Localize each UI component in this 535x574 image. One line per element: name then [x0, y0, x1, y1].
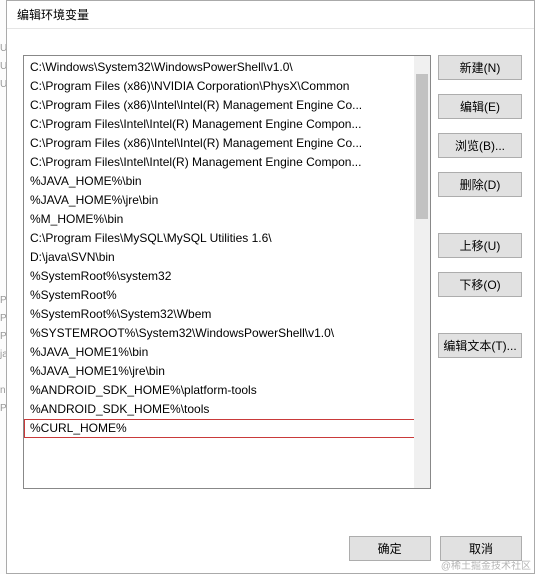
ok-button[interactable]: 确定	[349, 536, 431, 561]
list-item[interactable]: %JAVA_HOME1%\bin	[24, 343, 430, 362]
scrollbar-vertical[interactable]	[414, 56, 430, 488]
edit-text-button[interactable]: 编辑文本(T)...	[438, 333, 522, 358]
list-item[interactable]: %ANDROID_SDK_HOME%\tools	[24, 400, 430, 419]
list-item[interactable]: %JAVA_HOME1%\jre\bin	[24, 362, 430, 381]
list-item[interactable]: %JAVA_HOME%\bin	[24, 172, 430, 191]
move-up-button[interactable]: 上移(U)	[438, 233, 522, 258]
delete-button[interactable]: 删除(D)	[438, 172, 522, 197]
list-item[interactable]: C:\Program Files (x86)\Intel\Intel(R) Ma…	[24, 96, 430, 115]
list-item[interactable]: C:\Windows\System32\WindowsPowerShell\v1…	[24, 58, 430, 77]
scrollbar-thumb[interactable]	[416, 74, 428, 219]
list-item[interactable]: %M_HOME%\bin	[24, 210, 430, 229]
list-item[interactable]: C:\Program Files (x86)\Intel\Intel(R) Ma…	[24, 134, 430, 153]
new-button[interactable]: 新建(N)	[438, 55, 522, 80]
list-item[interactable]: %ANDROID_SDK_HOME%\platform-tools	[24, 381, 430, 400]
list-item[interactable]: C:\Program Files\Intel\Intel(R) Manageme…	[24, 115, 430, 134]
list-item[interactable]: C:\Program Files\MySQL\MySQL Utilities 1…	[24, 229, 430, 248]
list-item[interactable]: D:\java\SVN\bin	[24, 248, 430, 267]
dialog-content: C:\Windows\System32\WindowsPowerShell\v1…	[7, 29, 534, 573]
list-item[interactable]: %SystemRoot%	[24, 286, 430, 305]
side-button-column: 新建(N) 编辑(E) 浏览(B)... 删除(D) 上移(U) 下移(O) 编…	[438, 55, 522, 366]
move-down-button[interactable]: 下移(O)	[438, 272, 522, 297]
list-item[interactable]: %SYSTEMROOT%\System32\WindowsPowerShell\…	[24, 324, 430, 343]
path-listbox[interactable]: C:\Windows\System32\WindowsPowerShell\v1…	[23, 55, 431, 489]
list-item[interactable]: C:\Program Files\Intel\Intel(R) Manageme…	[24, 153, 430, 172]
watermark-text: @稀土掘金技术社区	[441, 557, 531, 572]
list-item[interactable]: %CURL_HOME%	[24, 419, 430, 438]
list-item[interactable]: %SystemRoot%\System32\Wbem	[24, 305, 430, 324]
list-item[interactable]: %SystemRoot%\system32	[24, 267, 430, 286]
list-item[interactable]: %JAVA_HOME%\jre\bin	[24, 191, 430, 210]
edit-env-var-dialog: 编辑环境变量 C:\Windows\System32\WindowsPowerS…	[6, 0, 535, 574]
edit-button[interactable]: 编辑(E)	[438, 94, 522, 119]
dialog-title: 编辑环境变量	[7, 1, 534, 29]
browse-button[interactable]: 浏览(B)...	[438, 133, 522, 158]
list-item[interactable]: C:\Program Files (x86)\NVIDIA Corporatio…	[24, 77, 430, 96]
